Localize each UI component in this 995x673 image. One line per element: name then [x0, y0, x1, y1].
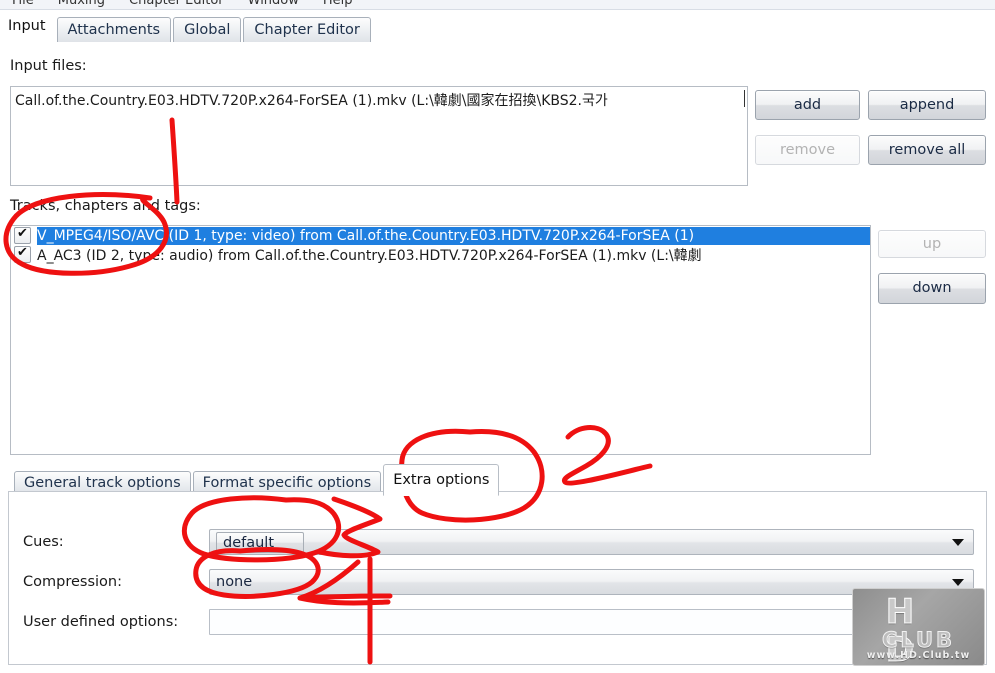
- menu-item-chapter-editor[interactable]: Chapter Editor: [117, 0, 236, 9]
- chevron-down-icon[interactable]: [952, 579, 964, 586]
- input-files-list[interactable]: Call.of.the.Country.E03.HDTV.720P.x264-F…: [10, 86, 748, 186]
- remove-button[interactable]: remove: [755, 135, 860, 165]
- checkbox-checked-icon[interactable]: [14, 245, 31, 263]
- cues-label: Cues:: [23, 534, 64, 550]
- menu-item-file[interactable]: File: [0, 0, 46, 9]
- append-button[interactable]: append: [868, 90, 986, 120]
- tab-chapter-editor[interactable]: Chapter Editor: [243, 17, 371, 42]
- watermark-brand-bottom: CLUB: [881, 628, 956, 652]
- track-label: A_AC3 (ID 2, type: audio) from Call.of.t…: [37, 247, 702, 264]
- compression-label: Compression:: [23, 574, 122, 590]
- tracks-list[interactable]: V_MPEG4/ISO/AVC (ID 1, type: video) from…: [10, 225, 871, 455]
- user-defined-options-label: User defined options:: [23, 614, 179, 630]
- list-item[interactable]: Call.of.the.Country.E03.HDTV.720P.x264-F…: [11, 87, 747, 110]
- extra-options-panel: Cues: default Compression: none User def…: [8, 491, 987, 665]
- cues-value-button[interactable]: default: [216, 532, 304, 553]
- text-caret: [744, 90, 745, 107]
- hd-club-watermark: H D CLUB www.HD.Club.tw: [852, 588, 985, 666]
- move-up-button[interactable]: up: [878, 230, 986, 258]
- tab-attachments[interactable]: Attachments: [56, 17, 172, 42]
- tab-global[interactable]: Global: [173, 17, 242, 42]
- main-tab-bar: Input Attachments Global Chapter Editor: [0, 11, 995, 42]
- cues-value: default: [223, 535, 275, 551]
- input-files-label: Input files:: [10, 58, 87, 74]
- mkvmerge-gui-window: File Muxing Chapter Editor Window Help I…: [0, 0, 995, 673]
- menu-item-muxing[interactable]: Muxing: [46, 0, 117, 9]
- menu-bar: File Muxing Chapter Editor Window Help: [0, 0, 995, 10]
- tab-extra-options[interactable]: Extra options: [383, 464, 500, 496]
- watermark-url: www.HD.Club.tw: [866, 650, 971, 661]
- checkbox-checked-icon[interactable]: [14, 226, 31, 244]
- track-label: V_MPEG4/ISO/AVC (ID 1, type: video) from…: [37, 226, 870, 245]
- cues-dropdown[interactable]: default: [209, 529, 974, 555]
- table-row[interactable]: V_MPEG4/ISO/AVC (ID 1, type: video) from…: [11, 226, 870, 245]
- chevron-down-icon[interactable]: [952, 539, 964, 546]
- add-button[interactable]: add: [755, 90, 860, 120]
- move-down-button[interactable]: down: [878, 273, 986, 304]
- tab-input[interactable]: Input: [1, 13, 53, 42]
- menu-item-help[interactable]: Help: [311, 0, 365, 9]
- compression-value: none: [216, 574, 253, 590]
- table-row[interactable]: A_AC3 (ID 2, type: audio) from Call.of.t…: [11, 245, 870, 264]
- menu-item-window[interactable]: Window: [236, 0, 311, 9]
- options-notebook: General track options Format specific op…: [8, 460, 987, 665]
- remove-all-button[interactable]: remove all: [868, 135, 986, 165]
- tracks-chapters-tags-label: Tracks, chapters and tags:: [10, 198, 201, 214]
